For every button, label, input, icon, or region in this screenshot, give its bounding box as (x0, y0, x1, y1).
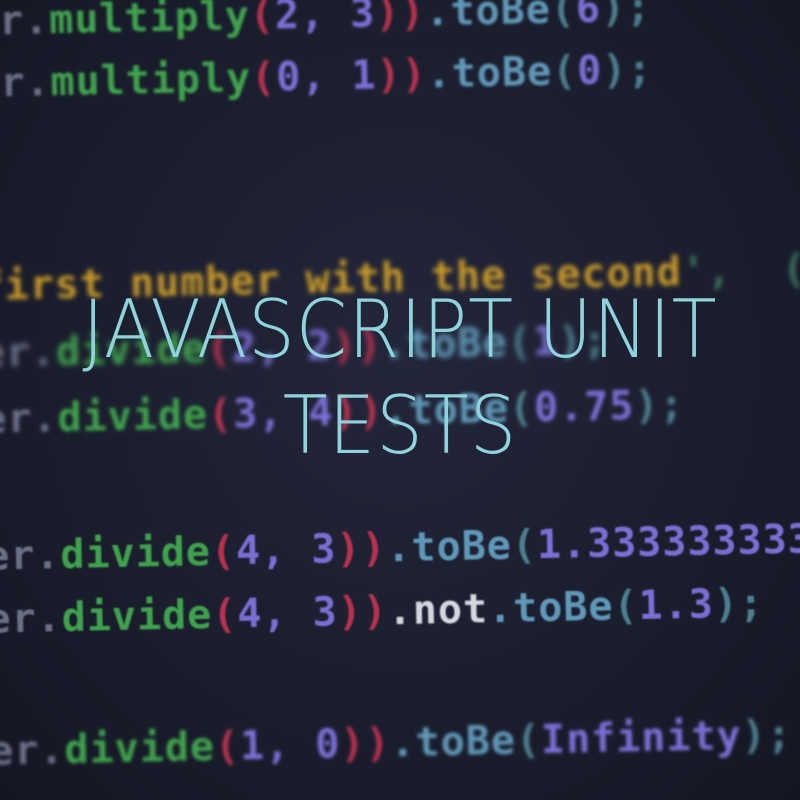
code-token: ( (550, 0, 577, 33)
code-token: ( (214, 723, 241, 770)
code-token: Infinity (540, 712, 743, 764)
code-token: 1, 0 (239, 721, 341, 770)
code-token: 6 (575, 0, 602, 33)
code-token: 1.3333333333333 (536, 514, 800, 569)
code-token: .toBe (487, 583, 614, 633)
code-token: ( (612, 583, 640, 630)
code-token: er. (0, 0, 50, 45)
code-token: 0, 1 (275, 52, 378, 101)
title-line-2: TESTS (282, 379, 518, 472)
code-token: 4, 3 (235, 526, 337, 575)
code-token: ( (551, 48, 578, 95)
code-token: ( (210, 528, 237, 575)
code-token: )) (376, 51, 428, 99)
code-token: er. (0, 595, 63, 643)
code-token: divide (61, 591, 213, 642)
code-token: ); (741, 711, 793, 759)
code-token: ( (250, 54, 277, 102)
code-token: ); (601, 46, 653, 94)
code-token: ); (600, 0, 652, 32)
code-token: 2, 3 (274, 0, 376, 39)
code-token: divide (64, 723, 216, 774)
code-line: er.multiply(2, 3)).toBe(6); (0, 0, 652, 45)
code-token: ); (713, 580, 765, 628)
code-token: .toBe (385, 522, 513, 572)
code-token: .toBe (426, 48, 553, 98)
code-token: .toBe (424, 0, 552, 36)
background-photo: er.multiply(2, 3)).toBe(6); er.multiply(0… (0, 0, 800, 800)
code-token: .not (387, 586, 489, 635)
code-token: er. (0, 727, 65, 775)
code-token: )) (339, 720, 392, 768)
code-token: .toBe (390, 717, 517, 767)
code-token: ( (211, 591, 238, 638)
code-token: er. (0, 532, 61, 580)
code-line: er.divide(4, 3)).not.toBe(1.3); (0, 580, 764, 642)
code-line: er.divide(1, 0)).toBe(Infinity); (0, 712, 792, 775)
code-token: multiply (48, 0, 251, 44)
code-token: )) (337, 588, 389, 636)
code-token: ( (249, 0, 276, 40)
title-line-1: JAVASCRIPT UNIT (82, 283, 718, 376)
code-token: ( (511, 522, 538, 569)
code-line: er.divide(4, 3)).toBe(1.3333333333333 (0, 514, 800, 579)
title-overlay: JAVASCRIPT UNIT TESTS (0, 282, 800, 474)
code-token: 1.3 (638, 581, 715, 630)
code-token: )) (374, 0, 426, 37)
code-line: er.multiply(0, 1)).toBe(0); (0, 47, 653, 107)
code-token: 4, 3 (236, 589, 339, 638)
code-token: divide (59, 528, 212, 579)
code-token: ( (515, 717, 542, 764)
code-token: )) (335, 525, 387, 573)
code-token: 0 (576, 47, 603, 95)
code-token: multiply (50, 55, 252, 106)
code-token: er. (0, 59, 52, 107)
